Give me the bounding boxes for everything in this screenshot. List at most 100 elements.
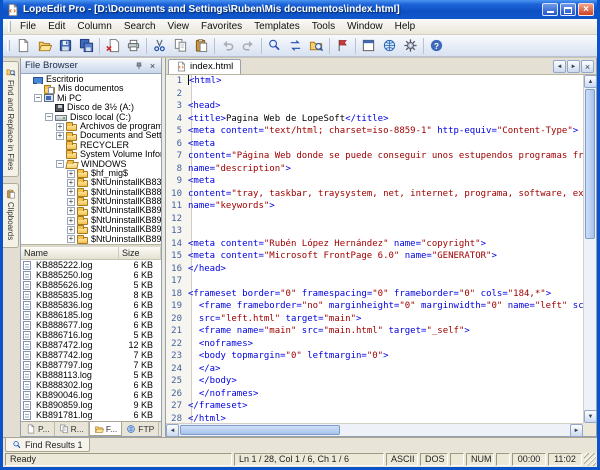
print-button[interactable] xyxy=(123,36,144,55)
column-header-name[interactable]: Name xyxy=(21,247,119,259)
sidebar-tab-r[interactable]: R... xyxy=(55,422,89,436)
help-button[interactable]: ? xyxy=(426,36,447,55)
close-button[interactable]: × xyxy=(578,3,594,16)
find-results-tab[interactable]: Find Results 1 xyxy=(5,438,90,452)
file-row-kb887797-log[interactable]: KB887797.log7 KB xyxy=(21,360,161,370)
auto-hide-pin-button[interactable] xyxy=(132,60,145,72)
expand-icon[interactable]: + xyxy=(56,132,64,140)
save-file-button[interactable] xyxy=(55,36,76,55)
minimize-button[interactable] xyxy=(542,3,558,16)
find-in-files-button[interactable] xyxy=(306,36,327,55)
sidebar-tab-ftp[interactable]: FTP xyxy=(122,422,159,436)
collapse-icon[interactable]: − xyxy=(56,160,64,168)
vertical-tab-find-and-replace-in-files[interactable]: Find and Replace in Files xyxy=(3,61,19,177)
horizontal-scrollbar[interactable]: ◄ ► xyxy=(166,423,583,436)
menu-favorites[interactable]: Favorites xyxy=(195,20,248,33)
expand-icon[interactable]: + xyxy=(67,207,75,215)
expand-icon[interactable]: + xyxy=(56,123,64,131)
tab-close-button[interactable]: × xyxy=(581,60,594,73)
horizontal-scroll-thumb[interactable] xyxy=(180,425,340,435)
expand-icon[interactable]: + xyxy=(67,217,75,225)
replace-button[interactable] xyxy=(285,36,306,55)
file-row-kb890046-log[interactable]: KB890046.log6 KB xyxy=(21,390,161,400)
expand-icon[interactable]: + xyxy=(67,235,75,243)
vertical-tab-clipboards[interactable]: Clipboards xyxy=(3,183,19,247)
undo-button[interactable] xyxy=(217,36,238,55)
file-row-kb888302-log[interactable]: KB888302.log6 KB xyxy=(21,380,161,390)
file-row-kb887472-log[interactable]: KB887472.log12 KB xyxy=(21,340,161,350)
tree-item-system-volume-information[interactable]: System Volume Information xyxy=(21,150,161,159)
menu-tools[interactable]: Tools xyxy=(306,20,341,33)
file-row-kb886716-log[interactable]: KB886716.log5 KB xyxy=(21,330,161,340)
tree-item-recycler[interactable]: RECYCLER xyxy=(21,141,161,150)
tree-item-ntuninstallkb887472[interactable]: +$NtUninstallKB887472$ xyxy=(21,188,161,197)
scroll-right-button[interactable]: ► xyxy=(570,424,583,437)
sidebar-tab-f[interactable]: F... xyxy=(89,422,122,436)
tree-item-ntuninstallkb896428[interactable]: +$NtUninstallKB896428$ xyxy=(21,225,161,234)
tree-item-escritorio[interactable]: Escritorio xyxy=(21,75,161,84)
horizontal-scroll-track[interactable] xyxy=(341,424,570,436)
paste-button[interactable] xyxy=(191,36,212,55)
expand-icon[interactable]: + xyxy=(67,198,75,206)
scroll-left-button[interactable]: ◄ xyxy=(166,424,179,437)
tree-item-disco-de-3-a[interactable]: Disco de 3½ (A:) xyxy=(21,103,161,112)
file-row-kb885250-log[interactable]: KB885250.log6 KB xyxy=(21,270,161,280)
vertical-scroll-thumb[interactable] xyxy=(585,89,595,239)
scroll-down-button[interactable]: ▼ xyxy=(584,410,597,423)
file-row-kb885222-log[interactable]: KB885222.log6 KB xyxy=(21,260,161,270)
expand-icon[interactable]: + xyxy=(67,188,75,196)
menu-help[interactable]: Help xyxy=(389,20,422,33)
copy-button[interactable] xyxy=(170,36,191,55)
close-file-button[interactable] xyxy=(102,36,123,55)
tree-item-documents-and-settings[interactable]: +Documents and Settings xyxy=(21,131,161,140)
maximize-button[interactable] xyxy=(560,3,576,16)
file-row-kb885835-log[interactable]: KB885835.log8 KB xyxy=(21,290,161,300)
file-row-kb886185-log[interactable]: KB886185.log6 KB xyxy=(21,310,161,320)
tree-item-ntuninstallkb893791[interactable]: +$NtUninstallKB893791$ xyxy=(21,206,161,215)
menubar-grip[interactable] xyxy=(8,21,11,32)
file-row-kb885626-log[interactable]: KB885626.log5 KB xyxy=(21,280,161,290)
file-row-kb890859-log[interactable]: KB890859.log9 KB xyxy=(21,400,161,410)
title-bar[interactable]: LopeEdit Pro - [D:\Documents and Setting… xyxy=(3,0,597,19)
tree-item-disco-local-c[interactable]: −Disco local (C:) xyxy=(21,113,161,122)
vertical-scroll-track[interactable] xyxy=(584,240,596,410)
column-header-size[interactable]: Size xyxy=(119,247,161,259)
open-file-button[interactable] xyxy=(34,36,55,55)
expand-icon[interactable]: + xyxy=(67,179,75,187)
options-button[interactable] xyxy=(400,36,421,55)
menu-search[interactable]: Search xyxy=(118,20,162,33)
collapse-icon[interactable]: − xyxy=(45,113,53,121)
find-button[interactable] xyxy=(264,36,285,55)
file-row-kb885836-log[interactable]: KB885836.log6 KB xyxy=(21,300,161,310)
scroll-up-button[interactable]: ▲ xyxy=(584,75,597,88)
tree-item-archivos-de-programa[interactable]: +Archivos de programa xyxy=(21,122,161,131)
tree-item-hf-mig[interactable]: +$hf_mig$ xyxy=(21,169,161,178)
menu-view[interactable]: View xyxy=(162,20,196,33)
file-row-kb887742-log[interactable]: KB887742.log7 KB xyxy=(21,350,161,360)
tab-scroll-right-button[interactable]: ► xyxy=(567,60,580,73)
new-file-button[interactable] xyxy=(13,36,34,55)
fullscreen-button[interactable] xyxy=(358,36,379,55)
panel-close-button[interactable]: × xyxy=(146,60,159,72)
menu-column[interactable]: Column xyxy=(71,20,117,33)
cut-button[interactable] xyxy=(149,36,170,55)
menu-edit[interactable]: Edit xyxy=(42,20,71,33)
file-row-kb891781-log[interactable]: KB891781.log6 KB xyxy=(21,410,161,420)
file-row-kb888677-log[interactable]: KB888677.log6 KB xyxy=(21,320,161,330)
tree-item-ntuninstallkb894238[interactable]: +$NtUninstallKB894238$ xyxy=(21,216,161,225)
toolbar-grip[interactable] xyxy=(7,40,10,51)
browser-preview-button[interactable] xyxy=(379,36,400,55)
bookmark-button[interactable] xyxy=(332,36,353,55)
sidebar-tab-p[interactable]: P... xyxy=(22,422,55,436)
tree-item-mi-pc[interactable]: −Mi PC xyxy=(21,94,161,103)
code-editor[interactable]: 1<html>23<head>4<title>Pagina Web de Lop… xyxy=(166,75,583,423)
tree-item-ntuninstallkb887756[interactable]: +$NtUninstallKB887756$ xyxy=(21,197,161,206)
menu-file[interactable]: File xyxy=(14,20,42,33)
save-all-button[interactable] xyxy=(76,36,97,55)
menu-templates[interactable]: Templates xyxy=(248,20,306,33)
tree-item-windows[interactable]: −WINDOWS xyxy=(21,160,161,169)
resize-grip[interactable] xyxy=(584,453,596,466)
expand-icon[interactable]: + xyxy=(67,170,75,178)
expand-icon[interactable]: + xyxy=(67,226,75,234)
tree-item-ntuninstallkb835221[interactable]: +$NtUninstallKB835221$ xyxy=(21,178,161,187)
